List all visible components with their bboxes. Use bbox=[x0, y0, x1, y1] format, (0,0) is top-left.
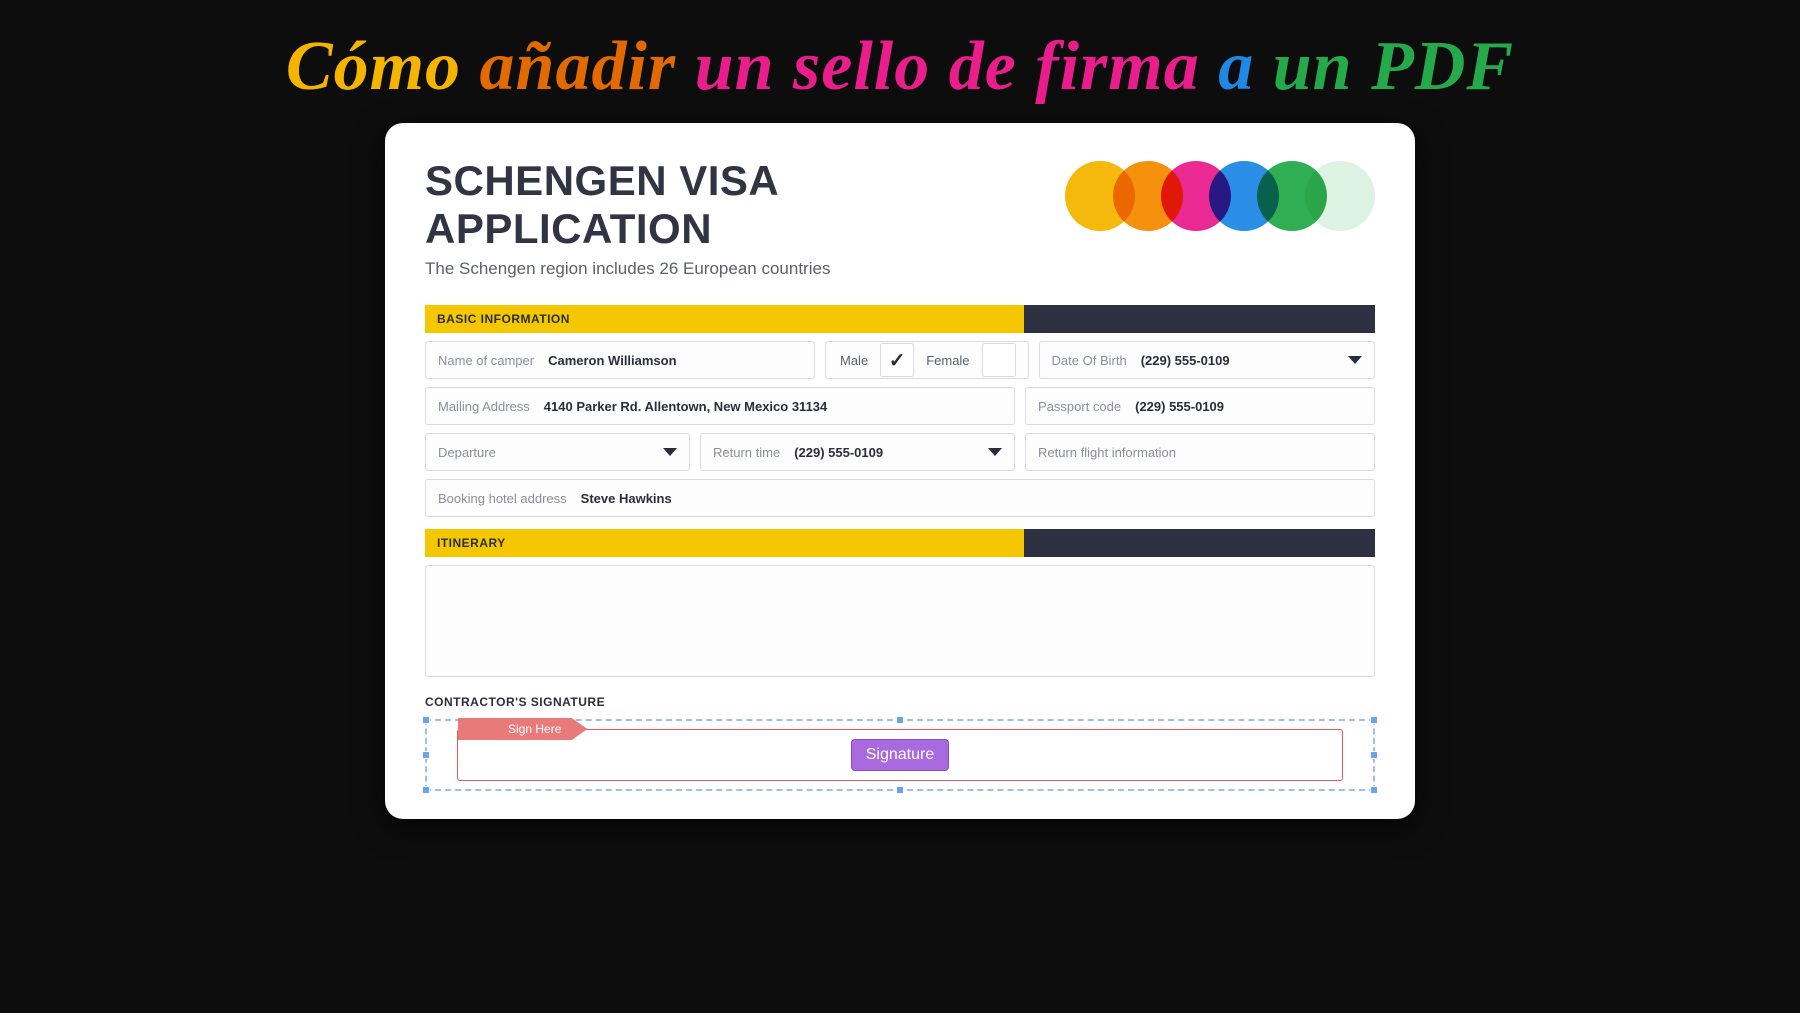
departure-field[interactable]: Departure bbox=[425, 433, 690, 471]
section-bar-basic: BASIC INFORMATION bbox=[425, 305, 1375, 333]
name-value: Cameron Williamson bbox=[548, 353, 676, 368]
passport-value: (229) 555-0109 bbox=[1135, 399, 1224, 414]
male-label: Male bbox=[840, 353, 868, 368]
chevron-down-icon bbox=[663, 448, 677, 456]
section-title-basic: BASIC INFORMATION bbox=[425, 305, 1024, 333]
return-value: (229) 555-0109 bbox=[794, 445, 883, 460]
hotel-field[interactable]: Booking hotel address Steve Hawkins bbox=[425, 479, 1375, 517]
signature-button[interactable]: Signature bbox=[851, 739, 950, 771]
check-icon: ✓ bbox=[889, 348, 906, 373]
dob-label: Date Of Birth bbox=[1052, 353, 1127, 368]
itinerary-textarea[interactable] bbox=[425, 565, 1375, 677]
male-checkbox[interactable]: ✓ bbox=[880, 343, 914, 377]
signature-selection-box[interactable]: Sign Here Signature bbox=[425, 719, 1375, 791]
resize-handle[interactable] bbox=[422, 786, 430, 794]
logo-dots bbox=[1065, 161, 1375, 231]
headline-word-5: un PDF bbox=[1273, 28, 1514, 105]
hotel-value: Steve Hawkins bbox=[581, 491, 672, 506]
headline-word-4: a bbox=[1218, 28, 1254, 105]
signature-field[interactable]: Sign Here Signature bbox=[457, 729, 1343, 781]
resize-handle[interactable] bbox=[896, 716, 904, 724]
document-header: SCHENGEN VISA APPLICATION The Schengen r… bbox=[425, 157, 1375, 279]
passport-field[interactable]: Passport code (229) 555-0109 bbox=[1025, 387, 1375, 425]
departure-label: Departure bbox=[438, 445, 496, 460]
resize-handle[interactable] bbox=[896, 786, 904, 794]
section-bar-itinerary: ITINERARY bbox=[425, 529, 1375, 557]
flight-info-field[interactable]: Return flight information bbox=[1025, 433, 1375, 471]
resize-handle[interactable] bbox=[1370, 751, 1378, 759]
name-label: Name of camper bbox=[438, 353, 534, 368]
page-headline: Cómo añadir un sello de firma a un PDF bbox=[286, 28, 1514, 105]
mailing-field[interactable]: Mailing Address 4140 Parker Rd. Allentow… bbox=[425, 387, 1015, 425]
resize-handle[interactable] bbox=[1370, 716, 1378, 724]
section-bar-dark bbox=[1024, 305, 1376, 333]
logo-dot-lightgreen bbox=[1305, 161, 1375, 231]
headline-word-2: añadir bbox=[480, 28, 677, 105]
chevron-down-icon bbox=[988, 448, 1002, 456]
signature-section-title: CONTRACTOR'S SIGNATURE bbox=[425, 695, 1375, 709]
gender-group: Male ✓ Female bbox=[825, 341, 1029, 379]
headline-word-3: un sello de firma bbox=[695, 28, 1200, 105]
resize-handle[interactable] bbox=[422, 716, 430, 724]
sign-here-tag: Sign Here bbox=[458, 718, 587, 740]
female-checkbox[interactable] bbox=[982, 343, 1016, 377]
passport-label: Passport code bbox=[1038, 399, 1121, 414]
mailing-label: Mailing Address bbox=[438, 399, 530, 414]
female-label: Female bbox=[926, 353, 969, 368]
resize-handle[interactable] bbox=[1370, 786, 1378, 794]
section-title-itinerary: ITINERARY bbox=[425, 529, 1024, 557]
name-field[interactable]: Name of camper Cameron Williamson bbox=[425, 341, 815, 379]
dob-field[interactable]: Date Of Birth (229) 555-0109 bbox=[1039, 341, 1375, 379]
document-title: SCHENGEN VISA APPLICATION bbox=[425, 157, 1065, 253]
return-time-field[interactable]: Return time (229) 555-0109 bbox=[700, 433, 1015, 471]
chevron-down-icon bbox=[1348, 356, 1362, 364]
dob-value: (229) 555-0109 bbox=[1141, 353, 1230, 368]
flight-label: Return flight information bbox=[1038, 445, 1176, 460]
signature-button-label: Signature bbox=[866, 746, 935, 763]
sign-here-label: Sign Here bbox=[508, 722, 561, 736]
mailing-value: 4140 Parker Rd. Allentown, New Mexico 31… bbox=[544, 399, 827, 414]
hotel-label: Booking hotel address bbox=[438, 491, 567, 506]
document-subtitle: The Schengen region includes 26 European… bbox=[425, 259, 1065, 279]
headline-word-1: Cómo bbox=[286, 28, 461, 105]
document-frame: SCHENGEN VISA APPLICATION The Schengen r… bbox=[385, 123, 1415, 819]
resize-handle[interactable] bbox=[422, 751, 430, 759]
return-label: Return time bbox=[713, 445, 780, 460]
section-bar-dark bbox=[1024, 529, 1376, 557]
